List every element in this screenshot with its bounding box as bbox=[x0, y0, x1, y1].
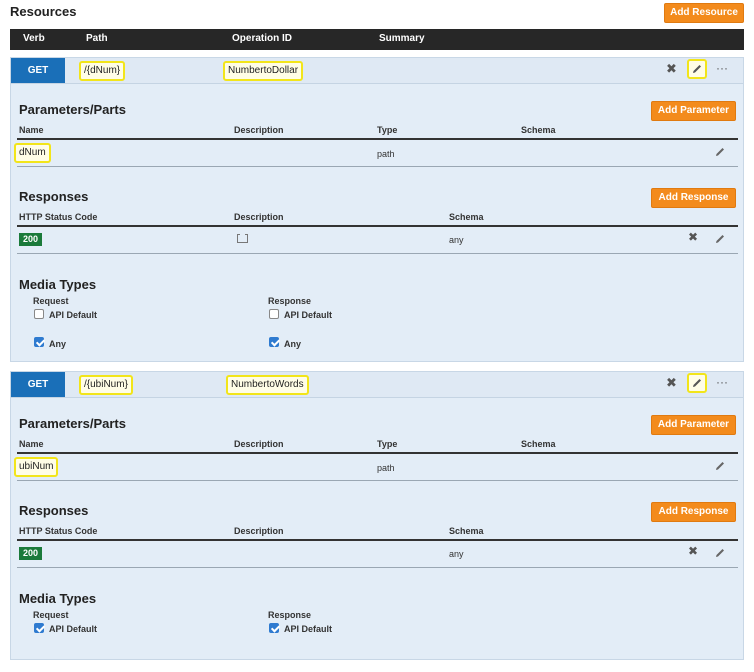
path-field[interactable]: /{dNum} bbox=[79, 61, 126, 81]
resources-table-header: Verb Path Operation ID Summary bbox=[10, 29, 744, 50]
responses-title: Responses bbox=[19, 189, 89, 204]
resource-panel: GET /{ubiNum} NumbertoWords ✖ ··· Parame… bbox=[10, 371, 744, 660]
column-description: Description bbox=[234, 125, 284, 135]
response-schema-cell: any bbox=[449, 549, 464, 559]
add-parameter-button[interactable]: Add Parameter bbox=[651, 415, 736, 435]
response-label: Response bbox=[268, 610, 312, 620]
pencil-icon[interactable] bbox=[714, 146, 726, 158]
responses-title: Responses bbox=[19, 503, 89, 518]
column-http-status-code: HTTP Status Code bbox=[19, 526, 98, 536]
column-description: Description bbox=[234, 439, 284, 449]
response-api-default-checkbox[interactable] bbox=[269, 623, 279, 633]
column-schema: Schema bbox=[521, 439, 556, 449]
media-types-title: Media Types bbox=[19, 277, 97, 292]
path-field[interactable]: /{ubiNum} bbox=[79, 375, 133, 395]
divider bbox=[17, 138, 738, 140]
column-schema: Schema bbox=[449, 526, 484, 536]
resource-row[interactable]: GET /{dNum} NumbertoDollar ✖ ··· bbox=[11, 58, 743, 84]
media-types-title: Media Types bbox=[19, 591, 97, 606]
divider bbox=[17, 452, 738, 454]
divider bbox=[17, 567, 738, 568]
response-api-default-checkbox[interactable] bbox=[269, 309, 279, 319]
operation-id-field[interactable]: NumbertoDollar bbox=[223, 61, 304, 81]
column-name: Name bbox=[19, 125, 44, 135]
checkbox-label: Any bbox=[49, 339, 67, 349]
close-icon[interactable]: ✖ bbox=[666, 61, 677, 77]
close-icon[interactable]: ✖ bbox=[688, 544, 698, 558]
request-label: Request bbox=[33, 610, 69, 620]
pencil-icon bbox=[693, 65, 701, 73]
pencil-icon bbox=[693, 379, 701, 387]
checkbox-label: API Default bbox=[284, 310, 333, 320]
column-http-status-code: HTTP Status Code bbox=[19, 212, 98, 222]
column-name: Name bbox=[19, 439, 44, 449]
header-path: Path bbox=[86, 33, 108, 44]
parameter-name-cell[interactable]: dNum bbox=[14, 143, 51, 163]
add-parameter-button[interactable]: Add Parameter bbox=[651, 101, 736, 121]
column-description: Description bbox=[234, 212, 284, 222]
page-title: Resources bbox=[10, 4, 77, 19]
add-response-button[interactable]: Add Response bbox=[651, 188, 736, 208]
request-api-default-checkbox[interactable] bbox=[34, 623, 44, 633]
column-schema: Schema bbox=[449, 212, 484, 222]
header-verb: Verb bbox=[23, 33, 45, 44]
request-label: Request bbox=[33, 296, 69, 306]
pencil-icon[interactable] bbox=[714, 460, 726, 472]
parameters-title: Parameters/Parts bbox=[19, 102, 126, 117]
verb-badge: GET bbox=[11, 58, 65, 83]
add-response-button[interactable]: Add Response bbox=[651, 502, 736, 522]
parameters-title: Parameters/Parts bbox=[19, 416, 126, 431]
pencil-icon[interactable] bbox=[714, 233, 726, 245]
parameter-name-cell[interactable]: ubiNum bbox=[14, 457, 59, 477]
verb-badge: GET bbox=[11, 372, 65, 397]
resource-panel: GET /{dNum} NumbertoDollar ✖ ··· Paramet… bbox=[10, 57, 744, 362]
pencil-icon[interactable] bbox=[714, 547, 726, 559]
close-icon[interactable]: ✖ bbox=[666, 375, 677, 391]
divider bbox=[17, 253, 738, 254]
response-any-checkbox[interactable] bbox=[269, 337, 279, 347]
parameter-type-cell: path bbox=[377, 149, 395, 159]
header-operation-id: Operation ID bbox=[232, 33, 293, 44]
column-schema: Schema bbox=[521, 125, 556, 135]
column-type: Type bbox=[377, 439, 398, 449]
column-type: Type bbox=[377, 125, 398, 135]
checkbox-label: API Default bbox=[49, 310, 98, 320]
checkbox-label: API Default bbox=[284, 624, 333, 634]
close-icon[interactable]: ✖ bbox=[688, 230, 698, 244]
edit-resource-button[interactable] bbox=[687, 59, 707, 79]
description-icon[interactable] bbox=[237, 234, 248, 243]
more-icon[interactable]: ··· bbox=[716, 375, 728, 389]
more-icon[interactable]: ··· bbox=[716, 61, 728, 75]
response-schema-cell: any bbox=[449, 235, 464, 245]
divider bbox=[17, 225, 738, 227]
status-badge: 200 bbox=[19, 547, 43, 560]
request-any-checkbox[interactable] bbox=[34, 337, 44, 347]
divider bbox=[17, 166, 738, 167]
column-description: Description bbox=[234, 526, 284, 536]
response-label: Response bbox=[268, 296, 312, 306]
status-badge: 200 bbox=[19, 233, 43, 246]
request-api-default-checkbox[interactable] bbox=[34, 309, 44, 319]
parameter-type-cell: path bbox=[377, 463, 395, 473]
divider bbox=[17, 480, 738, 481]
add-resource-button[interactable]: Add Resource bbox=[664, 3, 744, 23]
checkbox-label: Any bbox=[284, 339, 302, 349]
resource-row[interactable]: GET /{ubiNum} NumbertoWords ✖ ··· bbox=[11, 372, 743, 398]
operation-id-field[interactable]: NumbertoWords bbox=[226, 375, 309, 395]
divider bbox=[17, 539, 738, 541]
edit-resource-button[interactable] bbox=[687, 373, 707, 393]
header-summary: Summary bbox=[379, 33, 425, 44]
checkbox-label: API Default bbox=[49, 624, 98, 634]
